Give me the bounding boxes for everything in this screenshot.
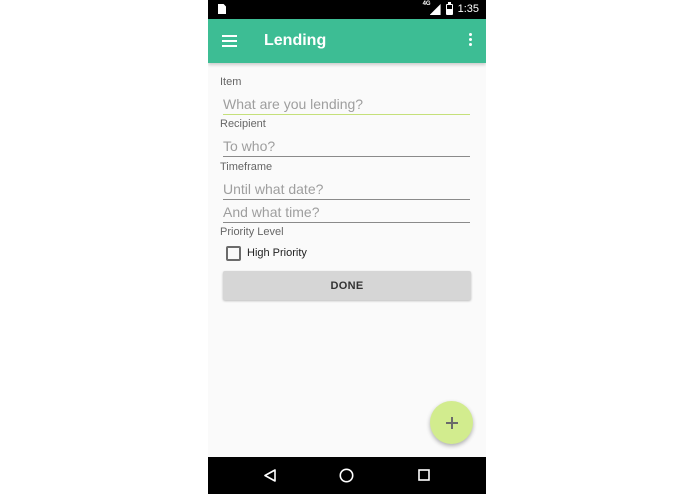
app-bar: Lending [208, 19, 486, 63]
priority-level-label: Priority Level [220, 226, 284, 238]
app-bar-title: Lending [264, 32, 327, 49]
overflow-menu-icon[interactable] [468, 33, 472, 49]
status-time: 1:35 [457, 3, 479, 15]
status-bar: 4G 1:35 [208, 0, 486, 19]
network-type-label: 4G [422, 1, 431, 7]
battery-icon [445, 2, 453, 15]
sim-card-icon [218, 4, 226, 14]
high-priority-row[interactable]: High Priority [226, 245, 307, 261]
time-input[interactable] [223, 201, 470, 223]
high-priority-label[interactable]: High Priority [247, 247, 307, 259]
menu-icon[interactable] [222, 35, 237, 47]
status-right: 4G 1:35 [423, 0, 479, 19]
status-left [218, 4, 226, 14]
signal-icon [429, 4, 441, 15]
timeframe-label: Timeframe [220, 161, 273, 173]
date-input[interactable] [223, 178, 470, 200]
navigation-bar [208, 457, 486, 494]
battery-level [446, 8, 452, 14]
high-priority-checkbox[interactable] [226, 245, 241, 261]
network-indicator: 4G [423, 1, 441, 15]
item-input[interactable] [223, 93, 470, 115]
recents-icon[interactable] [418, 469, 430, 481]
done-button[interactable]: DONE [223, 271, 471, 300]
plus-icon [445, 416, 458, 429]
phone-screen: 4G 1:35 Lending Item Recipient Timeframe… [208, 0, 486, 494]
add-fab-button[interactable] [430, 401, 473, 444]
recipient-input[interactable] [223, 135, 470, 157]
recipient-label: Recipient [220, 118, 266, 130]
back-icon[interactable] [264, 469, 276, 482]
item-label: Item [220, 76, 242, 88]
home-icon[interactable] [339, 468, 354, 483]
